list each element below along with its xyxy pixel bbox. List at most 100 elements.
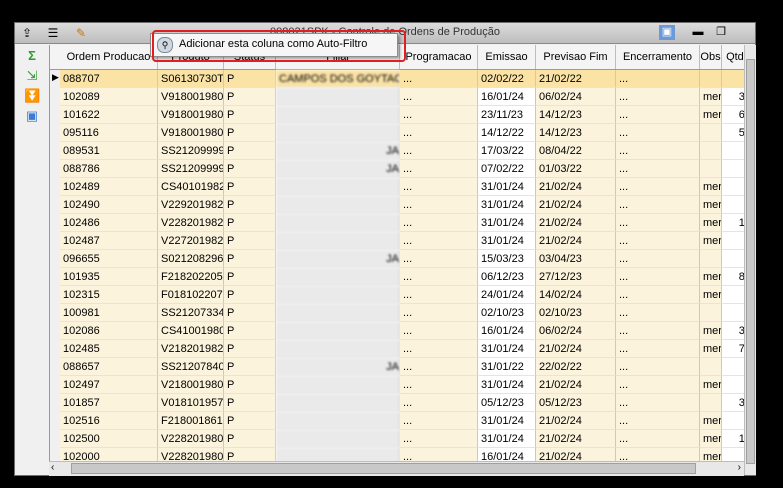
table-row[interactable]: 089531 SS21209999 P JA... 17/03/22 08/04/22..… [50,142,745,160]
column-header-6[interactable]: Previsao Fim [536,45,616,69]
table-cell: P [224,214,276,232]
table-row[interactable]: 102089 V918001980 P... 16/01/24 06/02/24... m… [50,88,745,106]
table-cell: P [224,394,276,412]
column-header-4[interactable]: Programacao [400,45,478,69]
table-cell [276,106,400,124]
table-row[interactable]: 088786 SS21209999 P JA... 07/02/22 01/03/22..… [50,160,745,178]
table-cell: ... [400,88,478,106]
column-header-0[interactable]: Ordem Producao [60,45,158,69]
table-row[interactable]: 102490 V229201982 P... 31/01/24 21/02/24... m… [50,196,745,214]
table-cell: ... [400,142,478,160]
table-cell [276,214,400,232]
table-cell: ... [616,88,700,106]
table-cell: P [224,448,276,461]
table-cell: V918001980 [158,106,224,124]
vertical-scroll-thumb[interactable] [746,59,755,464]
table-cell: 27/12/23 [536,268,616,286]
table-cell: mer [700,214,722,232]
table-cell: 088786 [60,160,158,178]
table-cell [700,70,722,88]
table-cell: 102089 [60,88,158,106]
scroll-right-icon[interactable]: › [738,462,741,473]
table-cell: ... [400,232,478,250]
production-orders-window: ⇪ ☰ ✎ 008021SPK - Controle de Ordens de … [14,22,756,476]
table-cell: 095116 [60,124,158,142]
image-icon[interactable]: ▣ [659,25,675,40]
table-row[interactable]: 102497 V218001980 P... 31/01/24 21/02/24... m… [50,376,745,394]
table-cell: mer [700,268,722,286]
column-header-9[interactable]: Qtde [722,45,745,69]
table-cell: P [224,304,276,322]
table-row[interactable]: 102315 F018102207 P... 24/01/24 14/02/24... m… [50,286,745,304]
horizontal-scrollbar[interactable]: ‹ › [49,461,744,476]
table-row[interactable]: 101935 F218202205 P... 06/12/23 27/12/23... m… [50,268,745,286]
table-cell: mer [700,286,722,304]
table-cell: ... [400,178,478,196]
table-cell: P [224,358,276,376]
table-cell: ... [616,232,700,250]
table-row[interactable]: 102485 V218201982 P... 31/01/24 21/02/24... m… [50,340,745,358]
table-cell: CS40101982 [158,178,224,196]
sum-icon[interactable]: Σ [24,48,40,64]
column-header-5[interactable]: Emissao [478,45,536,69]
image-icon[interactable]: ▣ [24,108,40,124]
table-cell: ... [616,286,700,304]
table-row[interactable]: 101622 V918001980 P... 23/11/23 14/12/23... m… [50,106,745,124]
table-row[interactable]: 088657 SS21207840 P JA... 31/01/22 22/02/22..… [50,358,745,376]
table-cell: ... [616,412,700,430]
table-row[interactable]: 088707S06130730TPCAMPOS DOS GOYTACAZES..… [50,70,745,88]
table-cell: 088657 [60,358,158,376]
horizontal-scroll-thumb[interactable] [71,463,696,474]
highlight-box [152,30,406,62]
table-cell: 31/01/24 [478,340,536,358]
table-cell: 1 [722,160,745,178]
table-cell: ... [400,430,478,448]
table-row[interactable]: 102086 CS41001980 P... 16/01/24 06/02/24... m… [50,322,745,340]
column-header-8[interactable]: Obs [700,45,722,69]
minimize-icon[interactable]: ▬ [690,25,706,40]
table-cell: JA [276,250,400,268]
table-cell: 33 [722,88,745,106]
table-cell: P [224,286,276,304]
table-row[interactable]: 102500 V228201980 P... 31/01/24 21/02/24... m… [50,430,745,448]
scroll-left-icon[interactable]: ‹ [51,462,54,473]
orders-grid[interactable]: Ordem Producao Produto Status Filial Program… [49,45,745,461]
table-cell: 4 [722,178,745,196]
table-cell [276,430,400,448]
table-cell: 17/03/22 [478,142,536,160]
filter-down-icon[interactable]: ⏬ [24,88,40,104]
table-cell: V918001980 [158,88,224,106]
table-row[interactable]: 102000 V228201980 P... 16/01/24 21/02/24... m… [50,448,745,461]
column-header-7[interactable]: Encerramento [616,45,700,69]
table-cell: 5 [722,448,746,461]
table-row[interactable]: 100981SS21207334P...02/10/2302/10/23...3 [50,304,745,322]
table-cell: 01/03/22 [536,160,616,178]
table-cell: V228201980 [158,430,224,448]
table-cell: 31/01/24 [478,376,536,394]
table-cell: 22/02/22 [536,358,616,376]
table-cell: P [224,70,276,88]
table-cell: 1 [722,250,745,268]
table-row[interactable]: 095116 V918001980 P... 14/12/22 14/12/23... 5… [50,124,745,142]
table-cell: 70 [722,340,745,358]
table-cell: 14/12/22 [478,124,536,142]
table-cell: ... [400,394,478,412]
table-cell [276,340,400,358]
table-cell: ... [400,268,478,286]
table-cell: SS21207840 [158,358,224,376]
vertical-scrollbar[interactable] [744,45,756,475]
table-row[interactable]: 101857 V018101957 P... 05/12/23 05/12/23... 3… [50,394,745,412]
table-cell: 16/01/24 [478,322,536,340]
export-green-icon[interactable]: ⇲ [24,68,40,84]
table-row[interactable]: 102486 V228201982 P... 31/01/24 21/02/24... m… [50,214,745,232]
table-row[interactable]: 096655 S021208296 P JA... 15/03/23 03/04/23..… [50,250,745,268]
table-cell: 14/12/23 [536,106,616,124]
table-row[interactable]: 102489 CS40101982 P... 31/01/24 21/02/24... m… [50,178,745,196]
restore-icon[interactable]: ❐ [713,25,729,40]
table-cell: 05/12/23 [536,394,616,412]
table-cell: ... [616,250,700,268]
table-row[interactable]: 102487 V227201982 P... 31/01/24 21/02/24... m… [50,232,745,250]
table-cell: 4 [722,286,745,304]
table-row[interactable]: 102516 F218001861 P... 31/01/24 21/02/24... m… [50,412,745,430]
table-cell: ... [616,394,700,412]
